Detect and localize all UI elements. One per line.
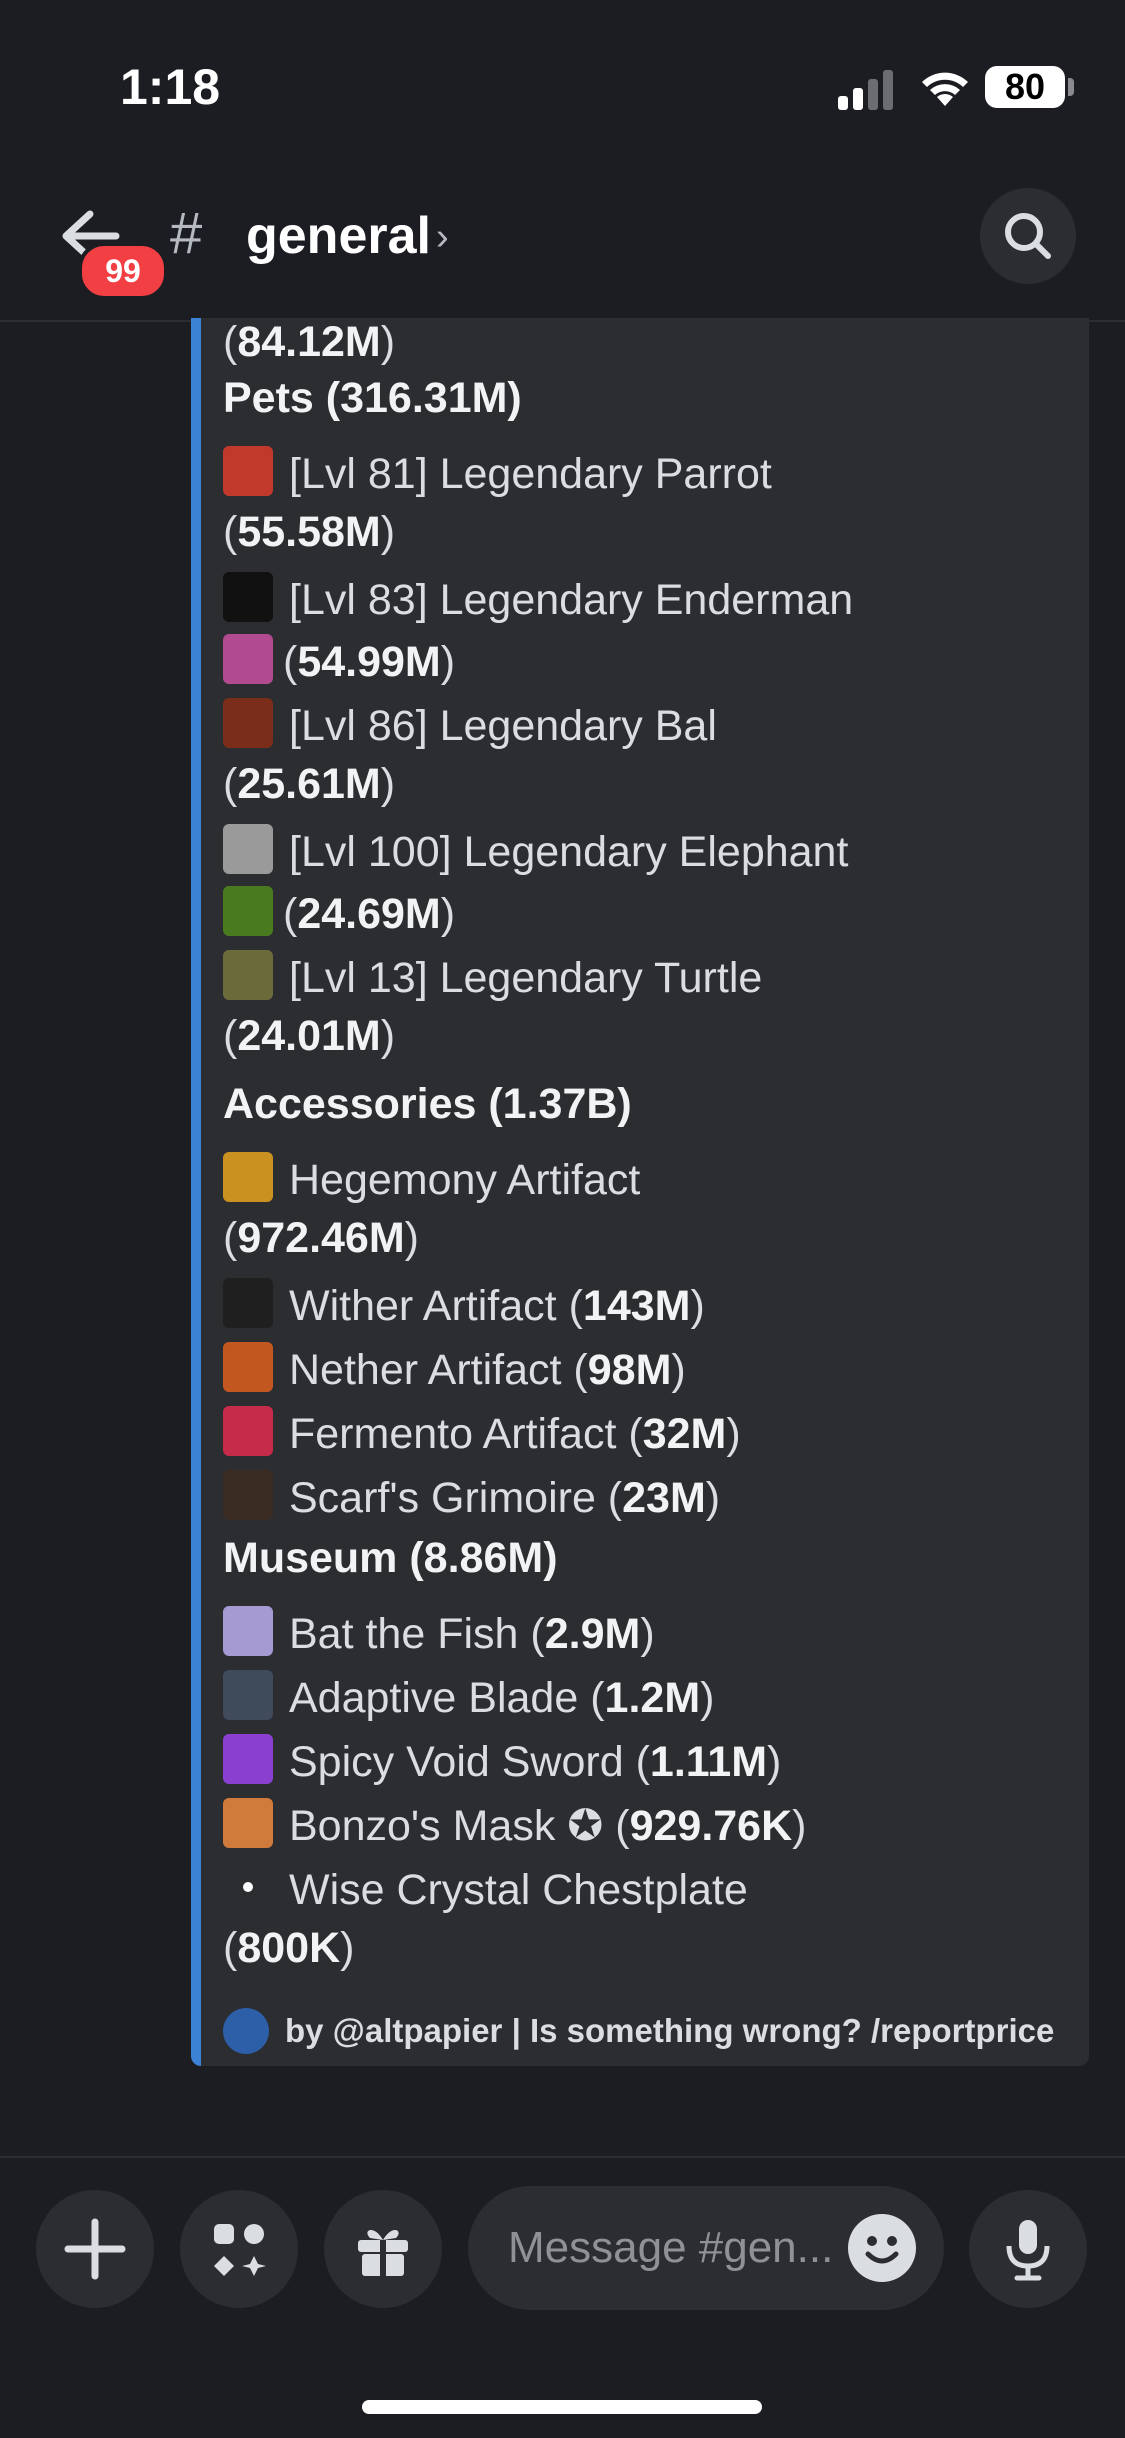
channel-header: 99 # general › <box>0 170 1125 322</box>
smiley-icon <box>865 2236 899 2264</box>
list-item: Fermento Artifact (32M) <box>223 1406 741 1459</box>
list-item: Bat the Fish (2.9M) <box>223 1606 655 1659</box>
pets-heading: Pets (316.31M) <box>223 374 522 422</box>
list-item-value: (55.58M) <box>223 508 396 556</box>
turtle-pet-icon <box>223 950 273 1000</box>
list-item: Adaptive Blade (1.2M) <box>223 1670 714 1723</box>
list-item: [Lvl 81] Legendary Parrot <box>223 446 772 499</box>
list-item-value: (800K) <box>223 1924 355 1972</box>
bonzos-mask-icon <box>223 1798 273 1848</box>
top-value-line: (84.12M) <box>223 318 396 366</box>
museum-heading: Museum (8.86M) <box>223 1534 558 1582</box>
plus-icon <box>64 2218 126 2280</box>
embed-footer: by @altpapier | Is something wrong? /rep… <box>223 2008 1054 2054</box>
sword-item-icon <box>223 634 273 684</box>
scarfs-grimoire-icon <box>223 1470 273 1520</box>
list-item: [Lvl 86] Legendary Bal <box>223 698 717 751</box>
list-item: [Lvl 83] Legendary Enderman <box>223 572 853 625</box>
list-item-value: (25.61M) <box>223 760 396 808</box>
adaptive-blade-icon <box>223 1670 273 1720</box>
bal-pet-icon <box>223 698 273 748</box>
parrot-pet-icon <box>223 446 273 496</box>
wifi-icon <box>922 72 968 106</box>
fish-icon <box>223 1606 273 1656</box>
list-item: Hegemony Artifact <box>223 1152 640 1205</box>
elephant-pet-icon <box>223 824 273 874</box>
emoji-button[interactable] <box>848 2214 916 2282</box>
status-bar: 1:18 80 <box>0 0 1125 170</box>
list-item: Wither Artifact (143M) <box>223 1278 705 1331</box>
channel-name[interactable]: general <box>246 206 431 266</box>
battery-level: 80 <box>985 66 1065 108</box>
list-item-value: (972.46M) <box>223 1214 419 1262</box>
wither-artifact-icon <box>223 1278 273 1328</box>
top-value: 84.12M <box>237 318 381 366</box>
list-item: Nether Artifact (98M) <box>223 1342 686 1395</box>
list-item: [Lvl 100] Legendary Elephant <box>223 824 848 877</box>
hegemony-artifact-icon <box>223 1152 273 1202</box>
gift-button[interactable] <box>324 2190 442 2308</box>
status-time: 1:18 <box>120 59 221 115</box>
chestplate-icon <box>223 1862 273 1912</box>
voice-message-button[interactable] <box>969 2190 1087 2308</box>
apps-button[interactable] <box>180 2190 298 2308</box>
channel-hash-icon: # <box>170 201 203 266</box>
list-item: Wise Crystal Chestplate <box>223 1862 748 1915</box>
price-embed: (84.12M) Pets (316.31M) [Lvl 81] Legenda… <box>191 318 1089 2066</box>
list-item: Scarf's Grimoire (23M) <box>223 1470 720 1523</box>
gift-icon <box>358 2229 408 2276</box>
microphone-icon <box>1006 2220 1050 2281</box>
author-avatar-icon <box>223 2008 269 2054</box>
list-item: Bonzo's Mask ✪ (929.76K) <box>223 1798 806 1851</box>
void-sword-icon <box>223 1734 273 1784</box>
unread-badge: 99 <box>78 242 168 300</box>
list-item: Spicy Void Sword (1.11M) <box>223 1734 781 1787</box>
list-item-value: (24.69M) <box>223 886 455 939</box>
fermento-artifact-icon <box>223 1406 273 1456</box>
accessories-heading: Accessories (1.37B) <box>223 1080 632 1128</box>
battery-icon <box>1068 78 1074 96</box>
search-icon <box>1005 213 1051 259</box>
list-item-value: (24.01M) <box>223 1012 396 1060</box>
list-item: [Lvl 13] Legendary Turtle <box>223 950 762 1003</box>
add-attachment-button[interactable] <box>36 2190 154 2308</box>
list-item-value: (54.99M) <box>223 634 455 687</box>
embed-accent-bar <box>191 318 201 2066</box>
message-composer <box>0 2156 1125 2438</box>
chevron-right-icon[interactable]: › <box>436 216 449 259</box>
home-indicator <box>362 2400 762 2414</box>
footer-text: by @altpapier | Is something wrong? /rep… <box>285 2012 1055 2049</box>
cellular-signal-icon <box>838 70 893 110</box>
search-button[interactable] <box>980 188 1076 284</box>
pet-skin-icon <box>223 886 273 936</box>
nether-artifact-icon <box>223 1342 273 1392</box>
enderman-pet-icon <box>223 572 273 622</box>
apps-icon <box>214 2224 266 2276</box>
